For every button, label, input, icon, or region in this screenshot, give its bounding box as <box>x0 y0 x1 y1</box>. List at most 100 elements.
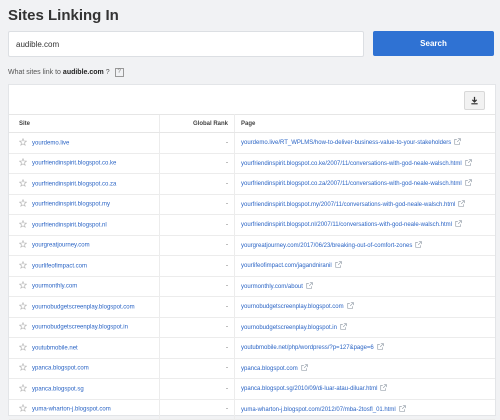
site-link[interactable]: yourfriendinspirit.blogspot.my <box>32 202 110 208</box>
site-link[interactable]: ypanca.blogspot.com <box>32 366 89 372</box>
star-icon[interactable] <box>18 178 28 189</box>
results-table: Site Global Rank Page yourdemo.live - your… <box>9 114 495 420</box>
download-icon <box>471 96 478 105</box>
page-link[interactable]: youtubmobile.net/php/wordpress/?p=127&pa… <box>241 345 374 351</box>
site-link[interactable]: yourgreatjourney.com <box>32 243 90 249</box>
page-link[interactable]: yourfriendinspirit.blogspot.co.za/2007/1… <box>241 181 462 187</box>
star-icon[interactable] <box>18 301 28 312</box>
page-link[interactable]: yuma-wharton-j.blogspot.com/2012/07/mba-… <box>241 407 396 413</box>
table-row: yournobudgetscreenplay.blogspot.com - your… <box>9 296 495 318</box>
external-link-icon[interactable] <box>340 322 347 332</box>
star-icon[interactable] <box>18 363 28 373</box>
column-global-rank[interactable]: Global Rank <box>159 114 235 133</box>
site-link[interactable]: yuma-wharton-j.blogspot.com <box>32 407 111 413</box>
global-rank-cell: - <box>159 132 235 154</box>
star-icon[interactable] <box>18 281 28 291</box>
star-icon[interactable] <box>18 199 28 209</box>
site-link[interactable]: ypanca.blogspot.sg <box>32 386 84 392</box>
download-button[interactable] <box>464 91 485 110</box>
page-cell: yuma-wharton-j.blogspot.com/2012/07/mba-… <box>234 399 495 420</box>
external-link-icon[interactable] <box>465 158 472 168</box>
table-row: yourmonthly.com - yourmonthly.com/about <box>9 276 495 297</box>
site-link[interactable]: yourfriendinspirit.blogspot.nl <box>32 222 107 228</box>
table-row: yuma-wharton-j.blogspot.com - yuma-wharton… <box>9 399 495 420</box>
page-cell: yourfriendinspirit.blogspot.co.ke/2007/1… <box>234 153 495 174</box>
star-icon[interactable] <box>18 158 28 168</box>
sites-link-question: What sites link to audible.com? ? <box>8 68 124 77</box>
page-link[interactable]: yourfriendinspirit.blogspot.nl/2007/11/c… <box>241 222 452 228</box>
external-link-icon[interactable] <box>399 404 406 414</box>
site-cell: yourlifeofimpact.com <box>9 255 160 277</box>
star-icon[interactable] <box>18 137 28 148</box>
external-link-icon[interactable] <box>454 138 462 147</box>
star-icon[interactable] <box>18 219 28 230</box>
page-link[interactable]: yourlifeofimpact.com/jagandniranil <box>241 263 332 269</box>
page-link[interactable]: yourdemo.live/RT_WPLMS/how-to-deliver-bu… <box>241 140 451 146</box>
help-icon[interactable]: ? <box>114 68 124 77</box>
star-icon[interactable] <box>18 383 28 394</box>
page-cell: yourdemo.live/RT_WPLMS/how-to-deliver-bu… <box>234 132 495 154</box>
table-row: youtubmobile.net - youtubmobile.net/php/wo… <box>9 337 495 359</box>
external-link-icon[interactable] <box>335 261 342 270</box>
page-cell: yourfriendinspirit.blogspot.my/2007/11/c… <box>234 194 495 215</box>
site-link[interactable]: yourlifeofimpact.com <box>32 263 87 269</box>
page-link[interactable]: yourfriendinspirit.blogspot.my/2007/11/c… <box>241 202 455 208</box>
star-icon[interactable] <box>18 404 28 414</box>
page-link[interactable]: ypanca.blogspot.sg/2010/09/di-luar-atau-… <box>241 386 377 392</box>
site-link[interactable]: youtubmobile.net <box>32 345 78 351</box>
page-link[interactable]: yournobudgetscreenplay.blogspot.in <box>241 325 337 331</box>
page-cell: youtubmobile.net/php/wordpress/?p=127&pa… <box>234 337 495 359</box>
star-icon[interactable] <box>18 260 28 271</box>
question-suffix: ? <box>105 69 110 76</box>
table-row: yourdemo.live - yourdemo.live/RT_WPLMS/how… <box>9 132 495 154</box>
site-cell: yournobudgetscreenplay.blogspot.com <box>9 296 160 318</box>
page-title: Sites Linking In <box>8 7 119 24</box>
page-cell: yournobudgetscreenplay.blogspot.com <box>234 296 495 318</box>
table-row: yourgreatjourney.com - yourgreatjourney.co… <box>9 235 495 256</box>
external-link-icon[interactable] <box>455 220 462 229</box>
external-link-icon[interactable] <box>415 240 423 250</box>
search-button[interactable]: Search <box>373 31 494 56</box>
site-link[interactable]: yourfriendinspirit.blogspot.co.za <box>32 181 116 187</box>
column-site[interactable]: Site <box>9 114 160 133</box>
global-rank-cell: - <box>159 214 235 236</box>
site-link[interactable]: yourfriendinspirit.blogspot.co.ke <box>32 161 116 167</box>
site-link[interactable]: yourmonthly.com <box>32 284 77 290</box>
page-link[interactable]: yourgreatjourney.com/2017/06/23/breaking… <box>241 243 412 249</box>
star-icon[interactable] <box>18 322 28 332</box>
global-rank-cell: - <box>159 194 235 215</box>
site-link[interactable]: yournobudgetscreenplay.blogspot.com <box>32 304 135 310</box>
global-rank-cell: - <box>159 235 235 256</box>
site-cell: yourfriendinspirit.blogspot.my <box>9 194 160 215</box>
page-link[interactable]: yourfriendinspirit.blogspot.co.ke/2007/1… <box>241 161 462 167</box>
search-input[interactable] <box>8 31 364 57</box>
external-link-icon[interactable] <box>465 179 472 188</box>
page-link[interactable]: yournobudgetscreenplay.blogspot.com <box>241 304 344 310</box>
external-link-icon[interactable] <box>380 384 388 393</box>
external-link-icon[interactable] <box>346 302 354 311</box>
global-rank-cell: - <box>159 399 235 420</box>
table-row: yourlifeofimpact.com - yourlifeofimpact.co… <box>9 255 495 277</box>
site-link[interactable]: yourdemo.live <box>32 140 69 146</box>
global-rank-cell: - <box>159 337 235 359</box>
table-row: yourfriendinspirit.blogspot.my - yourfrien… <box>9 194 495 215</box>
external-link-icon[interactable] <box>458 199 466 209</box>
global-rank-cell: - <box>159 153 235 174</box>
site-cell: yuma-wharton-j.blogspot.com <box>9 399 160 420</box>
external-link-icon[interactable] <box>301 363 308 373</box>
page-cell: yourlifeofimpact.com/jagandniranil <box>234 255 495 277</box>
star-icon[interactable] <box>18 342 28 353</box>
external-link-icon[interactable] <box>377 343 384 352</box>
page-link[interactable]: yourmonthly.com/about <box>241 284 303 290</box>
column-page[interactable]: Page <box>234 114 495 133</box>
page-cell: ypanca.blogspot.sg/2010/09/di-luar-atau-… <box>234 378 495 400</box>
site-link[interactable]: yournobudgetscreenplay.blogspot.in <box>32 325 128 331</box>
star-icon[interactable] <box>18 240 28 250</box>
global-rank-cell: - <box>159 296 235 318</box>
page-link[interactable]: ypanca.blogspot.com <box>241 366 298 372</box>
table-body: yourdemo.live - yourdemo.live/RT_WPLMS/how… <box>9 132 495 420</box>
table-row: ypanca.blogspot.sg - ypanca.blogspot.sg/20… <box>9 378 495 400</box>
site-cell: ypanca.blogspot.sg <box>9 378 160 400</box>
site-cell: yourfriendinspirit.blogspot.co.ke <box>9 153 160 174</box>
external-link-icon[interactable] <box>306 281 313 291</box>
